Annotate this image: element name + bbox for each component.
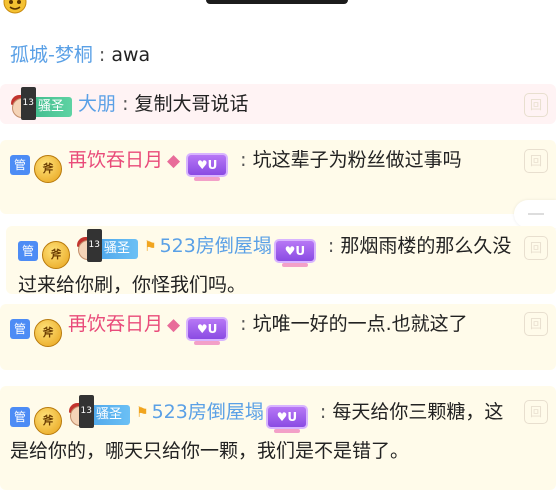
level-badge: 斧 [42,241,70,269]
message-text: awa [111,44,151,66]
fan-flag-icon: ⚑ [136,405,149,421]
separator: : [321,235,341,257]
username[interactable]: 再饮吞日月 [68,313,163,335]
vip-badge: ♥U [186,317,229,345]
fan-flag-icon: ⚑ [144,239,157,255]
fan-badge: 13 骚圣 [68,395,131,435]
scroll-handle[interactable] [514,200,556,228]
avatar-icon: 13 [68,395,94,428]
username[interactable]: 523房倒屋塌 [160,235,272,257]
username[interactable]: 大朋 [78,93,116,115]
avatar-icon: 13 [76,229,102,262]
message-text: 坑这辈子为粉丝做过事吗 [252,149,462,171]
separator: : [92,44,112,66]
chat-message: 管斧 13 骚圣 ⚑ 523房倒屋塌 ♥U : 那烟雨楼的那么久没过来给你刷，你怪我们吗。… [6,226,556,296]
level-badge: 斧 [34,407,62,435]
chat-message: 管斧 13 骚圣 ⚑ 523房倒屋塌 ♥U : 每天给你三颗糖，这是给你的，哪天只给你一颗… [0,386,556,490]
chat-message: 13 骚圣 大朋 : 复制大哥说话 回 [0,84,556,124]
admin-badge: 管 [10,319,30,339]
username[interactable]: 孤城-梦桐 [10,44,93,66]
vip-badge: ♥U [265,405,308,433]
separator: : [234,313,253,335]
separator: : [234,149,253,171]
admin-badge: 管 [18,241,38,261]
emoji-face-icon [3,0,27,14]
vip-badge: ♥U [273,239,316,267]
admin-badge: 管 [10,155,30,175]
chat-message: 管斧再饮吞日月 ◆ ♥U : 坑唯一好的一点.也就这了 回 [0,304,556,370]
message-text: 复制大哥说话 [134,93,249,115]
reply-icon[interactable]: 回 [524,312,548,336]
level-badge: 斧 [34,319,62,347]
reply-icon[interactable]: 回 [524,149,548,173]
level-badge: 斧 [34,155,62,183]
avatar-icon: 13 [10,87,36,120]
reply-icon[interactable]: 回 [524,236,548,260]
diamond-icon: ◆ [167,151,181,171]
username[interactable]: 再饮吞日月 [68,149,163,171]
separator: : [116,93,135,115]
username[interactable]: 523房倒屋塌 [152,401,264,423]
admin-badge: 管 [10,407,30,427]
fan-badge: 13 骚圣 [10,87,73,127]
chat-message: 管斧再饮吞日月 ◆ ♥U : 坑这辈子为粉丝做过事吗 回 [0,140,556,214]
separator: : [313,401,333,423]
top-overlay-bar [206,0,348,4]
vip-badge: ♥U [186,153,229,181]
fan-badge: 13 骚圣 [76,229,139,269]
diamond-icon: ◆ [167,315,181,335]
reply-icon[interactable]: 回 [524,400,548,424]
chat-message: 孤城-梦桐 : awa [0,38,556,72]
reply-icon[interactable]: 回 [524,93,548,117]
message-text: 坑唯一好的一点.也就这了 [252,313,468,335]
